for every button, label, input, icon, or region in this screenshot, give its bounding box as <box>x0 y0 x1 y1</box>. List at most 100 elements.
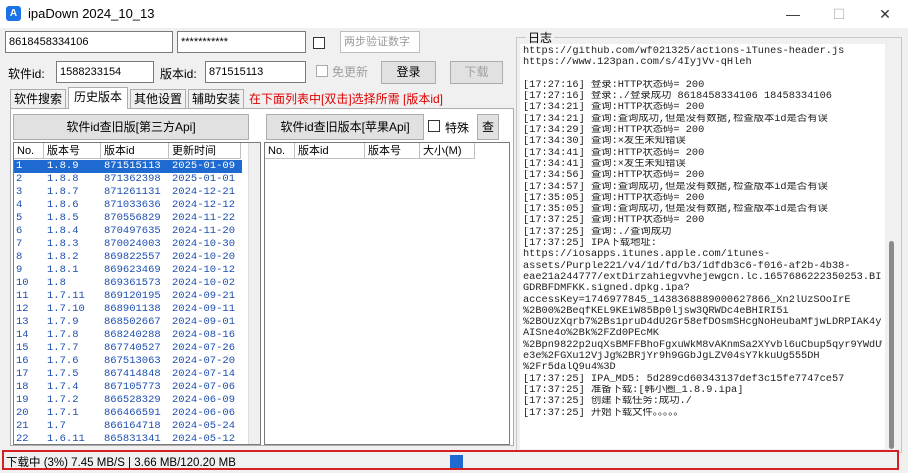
col-update-time[interactable]: 更新时间 <box>169 143 241 159</box>
col-version-id[interactable]: 版本id <box>295 143 365 159</box>
table-row[interactable]: 4 1.8.6 871033636 2024-12-12 <box>14 199 242 212</box>
table-cell: 2024-05-12 <box>172 433 236 445</box>
table-row[interactable]: 22 1.6.11 865831341 2024-05-12 <box>14 433 242 445</box>
table-cell: 867513063 <box>104 355 161 367</box>
right-version-list[interactable]: No. 版本id 版本号 大小(M) <box>264 142 510 445</box>
table-row[interactable]: 21 1.7 866164718 2024-05-24 <box>14 420 242 433</box>
table-row[interactable]: 8 1.8.2 869822557 2024-10-20 <box>14 251 242 264</box>
col-version[interactable]: 版本号 <box>365 143 420 159</box>
tab-install[interactable]: 辅助安装 <box>188 89 244 109</box>
log-line: GDRBFDMFKK.signed.dpkg.ipa? <box>523 283 690 295</box>
table-cell: 1.7.6 <box>47 355 79 367</box>
col-version[interactable]: 版本号 <box>44 143 101 159</box>
no-update-label: 免更新 <box>332 65 369 79</box>
table-cell: 1.6.11 <box>47 433 85 445</box>
table-cell: 2025-01-01 <box>172 173 236 185</box>
download-button[interactable]: 下载 <box>450 61 503 84</box>
table-cell: 2024-08-16 <box>172 329 236 341</box>
table-cell: 869120195 <box>104 290 161 302</box>
table-row[interactable]: 3 1.8.7 871261131 2024-12-21 <box>14 186 242 199</box>
table-cell: 7 <box>16 238 23 250</box>
table-cell: 1.8.1 <box>47 264 79 276</box>
log-line: [17:27:16] 登录:./登录成功 8618458334106 18458… <box>523 91 832 103</box>
table-cell: 871515113 <box>104 160 161 172</box>
table-cell: 2024-05-24 <box>172 420 236 432</box>
account-input[interactable]: 8618458334106 <box>5 31 173 53</box>
log-scrollbar-thumb[interactable] <box>889 241 894 449</box>
login-button[interactable]: 登录 <box>381 61 436 84</box>
table-row[interactable]: 17 1.7.5 867414848 2024-07-14 <box>14 368 242 381</box>
version-id-label: 版本id: <box>160 67 197 81</box>
maximize-button[interactable]: ☐ <box>816 0 862 28</box>
log-line: %2Bpn9822p2uqXsBMFFBhoFgxuWkM8vAKnmSa2XY… <box>523 339 882 351</box>
twofa-checkbox[interactable] <box>313 37 325 49</box>
table-row[interactable]: 10 1.8 869361573 2024-10-02 <box>14 277 242 290</box>
tab-history[interactable]: 历史版本 <box>68 87 128 109</box>
table-cell: 2024-12-21 <box>172 186 236 198</box>
table-row[interactable]: 18 1.7.4 867105773 2024-07-06 <box>14 381 242 394</box>
log-line: %2Fr5dalQ9u4%3D <box>523 362 616 374</box>
third-party-query-button[interactable]: 软件id查旧版[第三方Api] <box>13 114 249 140</box>
status-text: 下载中 (3%) 7.45 MB/S | 3.66 MB/120.20 MB <box>6 457 236 469</box>
col-version-id[interactable]: 版本id <box>101 143 169 159</box>
log-line: [17:37:25] 查询:./查询成功 <box>523 226 672 238</box>
special-checkbox[interactable] <box>428 120 440 132</box>
twofa-input[interactable]: 两步验证数字 <box>340 31 420 53</box>
left-version-list[interactable]: No. 版本号 版本id 更新时间 1 1.8.9 871515113 2025-01… <box>13 142 261 445</box>
software-id-input[interactable]: 1588233154 <box>56 61 154 83</box>
log-line: [17:34:41] 查询:HTTP状态码= 200 <box>523 147 705 159</box>
table-cell: 2024-06-06 <box>172 407 236 419</box>
col-no[interactable]: No. <box>14 143 44 159</box>
log-line: e3e%2FGXu12VjJg%2BRjYr9h9GGbJgLZV04sY7kk… <box>523 351 820 363</box>
progress-fill <box>450 455 464 468</box>
table-row[interactable]: 13 1.7.9 868502667 2024-09-01 <box>14 316 242 329</box>
table-cell: 1.7.8 <box>47 329 79 341</box>
table-cell: 6 <box>16 225 23 237</box>
table-row[interactable]: 14 1.7.8 868240288 2024-08-16 <box>14 329 242 342</box>
log-line: [17:35:05] 查询:查询成功,但是没有数据,检查版本id是否有误 <box>523 204 828 216</box>
table-row[interactable]: 11 1.7.11 869120195 2024-09-21 <box>14 290 242 303</box>
table-row[interactable]: 15 1.7.7 867740527 2024-07-26 <box>14 342 242 355</box>
table-cell: 866164718 <box>104 420 161 432</box>
log-line: [17:34:41] 查询:×发生未知错误 <box>523 158 686 170</box>
table-row[interactable]: 7 1.8.3 870024003 2024-10-30 <box>14 238 242 251</box>
table-row[interactable]: 9 1.8.1 869623469 2024-10-12 <box>14 264 242 277</box>
table-cell: 2 <box>16 173 23 185</box>
table-cell: 868240288 <box>104 329 161 341</box>
table-cell: 1.7.5 <box>47 368 79 380</box>
col-no[interactable]: No. <box>265 143 295 159</box>
no-update-checkbox[interactable] <box>316 65 328 77</box>
left-list-scrollbar[interactable] <box>248 143 260 444</box>
table-row[interactable]: 19 1.7.2 866528329 2024-06-09 <box>14 394 242 407</box>
log-scrollbar[interactable] <box>886 44 899 449</box>
table-row[interactable]: 20 1.7.1 866466591 2024-06-06 <box>14 407 242 420</box>
log-line: accessKey=1746977845_1438368889000627866… <box>523 294 851 306</box>
table-cell: 2024-10-30 <box>172 238 236 250</box>
table-row[interactable]: 16 1.7.6 867513063 2024-07-20 <box>14 355 242 368</box>
table-cell: 1.8.5 <box>47 212 79 224</box>
apple-query-button[interactable]: 软件id查旧版本[苹果Api] <box>266 114 424 140</box>
minimize-button[interactable]: — <box>770 0 816 28</box>
table-row[interactable]: 6 1.8.4 870497635 2024-11-20 <box>14 225 242 238</box>
table-cell: 2024-10-02 <box>172 277 236 289</box>
log-line: [17:27:16] 登录:HTTP状态码= 200 <box>523 79 705 91</box>
col-size[interactable]: 大小(M) <box>420 143 475 159</box>
tab-search[interactable]: 软件搜索 <box>10 89 66 109</box>
table-row[interactable]: 5 1.8.5 870556829 2024-11-22 <box>14 212 242 225</box>
table-cell: 867414848 <box>104 368 161 380</box>
table-row[interactable]: 12 1.7.10 868901138 2024-09-11 <box>14 303 242 316</box>
tab-settings[interactable]: 其他设置 <box>130 89 186 109</box>
log-line: %2BOUzXqrb7%2Bs1pruD4dU2Gr58efDOsmSHcgNo… <box>523 317 882 329</box>
log-textarea[interactable]: https://github.com/wf021325/actions-iTun… <box>520 44 885 449</box>
query-button[interactable]: 查 <box>477 114 499 140</box>
table-row[interactable]: 2 1.8.8 871362398 2025-01-01 <box>14 173 242 186</box>
table-row[interactable]: 1 1.8.9 871515113 2025-01-09 <box>14 160 242 173</box>
table-cell: 15 <box>16 342 29 354</box>
password-input[interactable]: *********** <box>177 31 306 53</box>
close-button[interactable]: ✕ <box>862 0 908 28</box>
version-id-input[interactable]: 871515113 <box>205 61 306 83</box>
table-cell: 2024-07-26 <box>172 342 236 354</box>
table-cell: 11 <box>16 290 29 302</box>
table-cell: 1.7 <box>47 420 66 432</box>
table-cell: 3 <box>16 186 23 198</box>
